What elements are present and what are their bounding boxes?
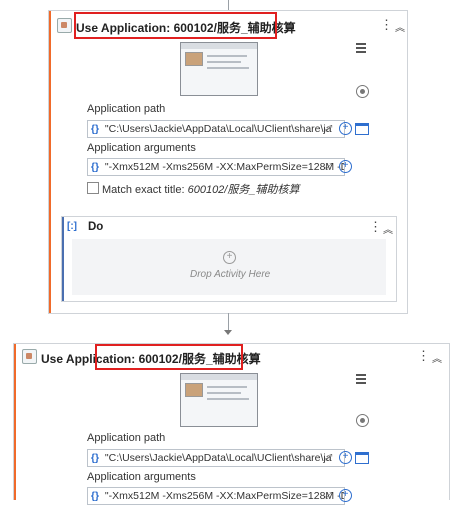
collapse-icon[interactable]: ︽	[432, 350, 442, 365]
activity-title: Use Application: 600102/服务_辅助核算	[41, 352, 261, 366]
target-window-screenshot[interactable]	[180, 373, 258, 427]
application-path-field[interactable]: {} "C:\Users\Jackie\AppData\Local\UClien…	[87, 449, 345, 467]
indicate-target-icon[interactable]	[356, 414, 369, 427]
application-arguments-field[interactable]: {} "-Xmx512M -Xms256M -XX:MaxPermSize=12…	[87, 158, 345, 176]
expression-brace-icon: {}	[90, 452, 100, 464]
use-application-activity-2[interactable]: Use Application: 600102/服务_辅助核算 ⋮ ︽ Appl…	[13, 343, 450, 505]
application-path-label: Application path	[87, 103, 166, 115]
activity-accent-bar	[14, 344, 16, 500]
expression-brace-icon: {}	[90, 161, 100, 173]
options-menu-icon[interactable]	[356, 374, 366, 386]
expression-brace-icon: {}	[90, 490, 100, 502]
browse-application-icon[interactable]	[355, 452, 369, 464]
application-icon	[22, 349, 37, 364]
drop-activity-hint: Drop Activity Here	[190, 269, 271, 280]
top-connector	[228, 0, 229, 10]
kebab-menu-icon[interactable]: ⋮	[417, 349, 430, 362]
add-activity-icon[interactable]: +	[223, 251, 236, 264]
add-variable-icon[interactable]: +	[339, 451, 352, 464]
expand-editor-icon[interactable]: ⤢	[325, 452, 332, 463]
application-arguments-label: Application arguments	[87, 142, 196, 154]
kebab-menu-icon[interactable]: ⋮	[369, 220, 382, 233]
flow-arrow-icon	[224, 330, 232, 335]
expression-brace-icon: {}	[90, 123, 100, 135]
match-exact-title-label: Match exact title: 600102/服务_辅助核算	[102, 184, 300, 196]
activity-accent-bar	[49, 11, 51, 313]
add-variable-icon[interactable]: +	[339, 122, 352, 135]
indicate-target-icon[interactable]	[356, 85, 369, 98]
add-variable-icon[interactable]: +	[339, 160, 352, 173]
sequence-icon: [:]	[67, 221, 77, 232]
flow-connector	[228, 313, 229, 330]
application-icon	[57, 18, 72, 33]
collapse-icon[interactable]: ︽	[395, 19, 405, 34]
do-accent-bar	[62, 217, 64, 301]
collapse-icon[interactable]: ︽	[383, 221, 393, 236]
drop-activity-zone[interactable]: + Drop Activity Here	[72, 239, 386, 295]
expand-editor-icon[interactable]: ⤢	[325, 490, 332, 501]
add-variable-icon[interactable]: +	[339, 489, 352, 502]
options-menu-icon[interactable]	[356, 43, 366, 55]
activity-title: Use Application: 600102/服务_辅助核算	[76, 21, 296, 35]
application-arguments-label: Application arguments	[87, 471, 196, 483]
match-exact-title-checkbox[interactable]	[87, 182, 99, 194]
use-application-activity-1[interactable]: Use Application: 600102/服务_辅助核算 ⋮ ︽ Appl…	[48, 10, 408, 314]
expand-editor-icon[interactable]: ⤢	[325, 161, 332, 172]
application-arguments-field[interactable]: {} "-Xmx512M -Xms256M -XX:MaxPermSize=12…	[87, 487, 345, 505]
do-label: Do	[88, 221, 104, 233]
kebab-menu-icon[interactable]: ⋮	[380, 18, 393, 31]
target-window-screenshot[interactable]	[180, 42, 258, 96]
do-sequence[interactable]: [:] Do ⋮ ︽ + Drop Activity Here	[61, 216, 397, 302]
expand-editor-icon[interactable]: ⤢	[325, 123, 332, 134]
application-path-field[interactable]: {} "C:\Users\Jackie\AppData\Local\UClien…	[87, 120, 345, 138]
browse-application-icon[interactable]	[355, 123, 369, 135]
application-path-label: Application path	[87, 432, 166, 444]
